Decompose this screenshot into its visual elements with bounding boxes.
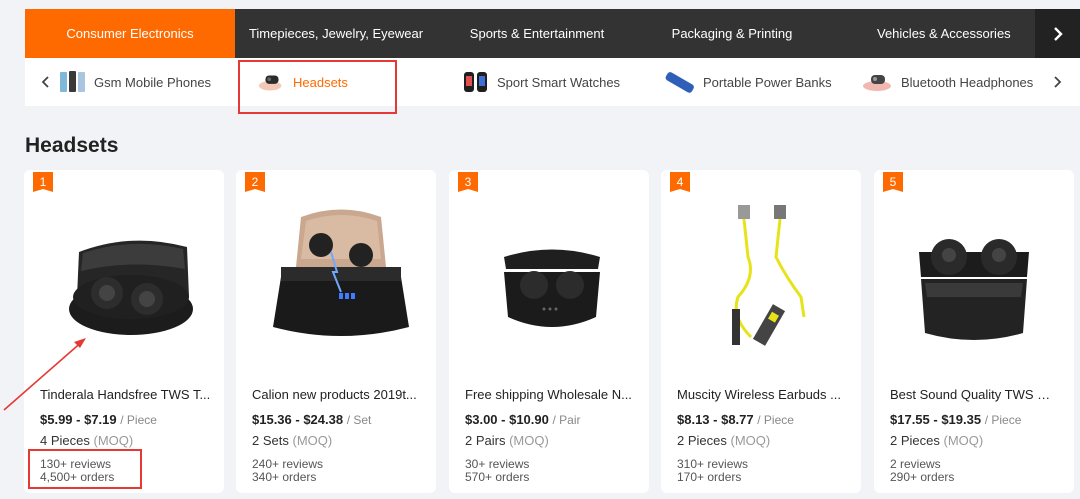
- product-orders: 570+ orders: [465, 470, 530, 484]
- price-range: $3.00 - $10.90: [465, 412, 549, 427]
- section-title: Headsets: [25, 134, 119, 157]
- product-orders: 170+ orders: [677, 470, 742, 484]
- product-orders: 290+ orders: [890, 470, 955, 484]
- product-moq: 2 Pieces (MOQ): [677, 433, 770, 448]
- subcategory-label: Bluetooth Headphones: [901, 74, 1034, 90]
- subcategory-label: Sport Smart Watches: [497, 74, 621, 90]
- product-title[interactable]: Best Sound Quality TWS Wi...: [890, 387, 1062, 402]
- rank-badge: 2: [245, 172, 265, 192]
- smart-watch-icon: [461, 67, 491, 97]
- price-unit: / Piece: [757, 413, 794, 427]
- subcategory-next-button[interactable]: [1042, 58, 1072, 106]
- earbuds-powerbank-case-image[interactable]: [246, 192, 426, 362]
- price-unit: / Piece: [984, 413, 1022, 427]
- rank-badge: 5: [883, 172, 903, 192]
- tab-timepieces-jewelry-eyewear[interactable]: Timepieces, Jewelry, Eyewear: [235, 9, 437, 58]
- product-title[interactable]: Muscity Wireless Earbuds ...: [677, 387, 849, 402]
- moq-value: 4 Pieces: [40, 433, 90, 448]
- product-price: $15.36 - $24.38 / Set: [252, 412, 371, 427]
- product-card-5[interactable]: 5 Best Sound Quality TWS Wi... $17.55 - …: [874, 170, 1074, 493]
- subcategory-bar: Gsm Mobile Phones Headsets Sport Smart W…: [25, 58, 1080, 106]
- product-moq: 2 Pieces (MOQ): [890, 433, 983, 448]
- chevron-left-icon: [41, 76, 49, 88]
- headphones-icon: [861, 67, 895, 97]
- moq-value: 2 Pieces: [677, 433, 727, 448]
- rank-badge: 4: [670, 172, 690, 192]
- price-range: $17.55 - $19.35: [890, 412, 982, 427]
- moq-value: 2 Sets: [252, 433, 289, 448]
- mini-earbuds-case-image[interactable]: [459, 192, 639, 362]
- moq-tag: (MOQ): [292, 433, 333, 448]
- tab-vehicles-accessories[interactable]: Vehicles & Accessories: [827, 9, 1035, 58]
- tab-packaging-printing[interactable]: Packaging & Printing: [637, 9, 827, 58]
- subcategory-sport-smart-watches[interactable]: Sport Smart Watches: [461, 58, 620, 106]
- moq-value: 2 Pairs: [465, 433, 506, 448]
- subcategory-portable-power-banks[interactable]: Portable Power Banks: [661, 58, 832, 106]
- product-title[interactable]: Free shipping Wholesale N...: [465, 387, 637, 402]
- product-reviews: 310+ reviews: [677, 457, 749, 471]
- square-earbuds-case-image[interactable]: [884, 192, 1064, 362]
- tab-sports-entertainment[interactable]: Sports & Entertainment: [437, 9, 637, 58]
- neckband-earphones-image[interactable]: [671, 192, 851, 362]
- product-reviews: 240+ reviews: [252, 457, 324, 471]
- price-unit: / Pair: [552, 413, 581, 427]
- product-reviews: 2 reviews: [890, 457, 941, 471]
- price-range: $8.13 - $8.77: [677, 412, 754, 427]
- product-card-2[interactable]: 2 Calion new products 2019t... $15.36 - …: [236, 170, 436, 493]
- category-next-button[interactable]: [1035, 9, 1080, 58]
- moq-value: 2 Pieces: [890, 433, 940, 448]
- product-price: $8.13 - $8.77 / Piece: [677, 412, 794, 427]
- tab-consumer-electronics[interactable]: Consumer Electronics: [25, 9, 235, 65]
- moq-tag: (MOQ): [93, 433, 134, 448]
- highlight-box-reviews: [28, 449, 142, 489]
- category-bar: Consumer Electronics Timepieces, Jewelry…: [25, 9, 1080, 65]
- rank-badge: 3: [458, 172, 478, 192]
- subcategory-gsm-mobile-phones[interactable]: Gsm Mobile Phones: [58, 58, 211, 106]
- subcategory-label: Portable Power Banks: [703, 74, 832, 90]
- product-card-3[interactable]: 3 Free shipping Wholesale N... $3.00 - $…: [449, 170, 649, 493]
- chevron-right-icon: [1054, 76, 1062, 88]
- subcategory-prev-button[interactable]: [31, 58, 61, 106]
- price-unit: / Piece: [120, 413, 157, 427]
- product-moq: 4 Pieces (MOQ): [40, 433, 133, 448]
- product-reviews: 30+ reviews: [465, 457, 530, 471]
- chevron-right-icon: [1053, 26, 1063, 41]
- mobile-phones-icon: [58, 67, 88, 97]
- product-title[interactable]: Calion new products 2019t...: [252, 387, 424, 402]
- product-moq: 2 Pairs (MOQ): [465, 433, 549, 448]
- product-price: $3.00 - $10.90 / Pair: [465, 412, 581, 427]
- price-range: $15.36 - $24.38: [252, 412, 344, 427]
- product-card-4[interactable]: 4 Muscity Wireless Earbuds ... $8.13 - $…: [661, 170, 861, 493]
- product-moq: 2 Sets (MOQ): [252, 433, 332, 448]
- moq-tag: (MOQ): [509, 433, 549, 448]
- price-unit: / Set: [346, 413, 372, 427]
- subcategory-label: Gsm Mobile Phones: [94, 74, 212, 90]
- moq-tag: (MOQ): [730, 433, 771, 448]
- annotation-arrow-icon: [3, 338, 86, 411]
- power-bank-icon: [661, 67, 697, 97]
- product-price: $17.55 - $19.35 / Piece: [890, 412, 1021, 427]
- moq-tag: (MOQ): [943, 433, 984, 448]
- subcategory-bluetooth-headphones[interactable]: Bluetooth Headphones: [861, 58, 1033, 106]
- rank-badge: 1: [33, 172, 53, 192]
- highlight-box-headsets: [238, 60, 397, 114]
- product-orders: 340+ orders: [252, 470, 317, 484]
